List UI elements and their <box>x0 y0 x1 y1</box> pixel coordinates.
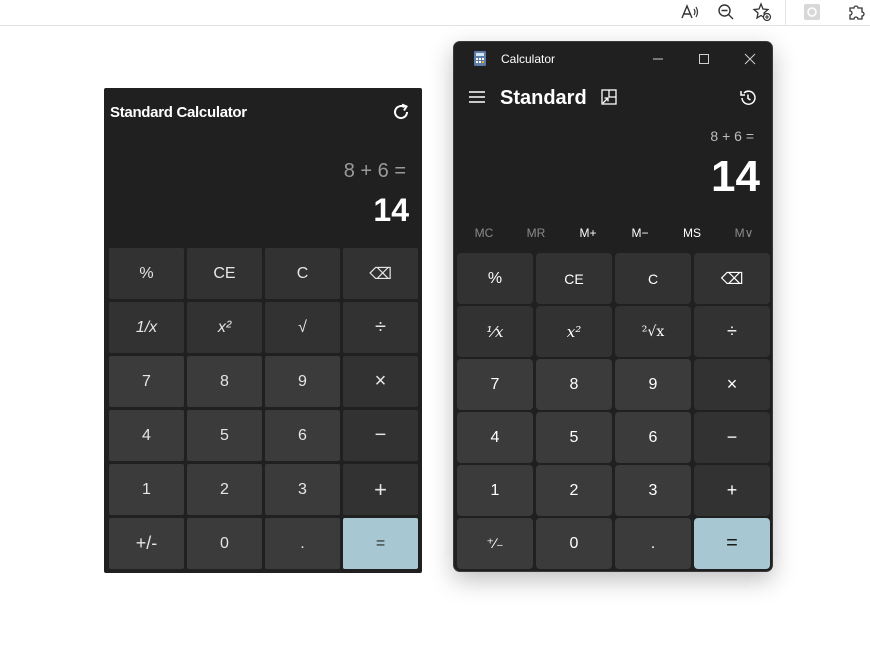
add-button[interactable]: + <box>694 465 770 516</box>
memory-list-button[interactable]: M∨ <box>718 226 770 240</box>
windows-calculator-window: Calculator Standard 8 + 6 = 14 MC MR M+ … <box>453 41 773 572</box>
add-button[interactable]: + <box>343 464 418 515</box>
reciprocal-button[interactable]: ¹⁄x <box>457 306 533 357</box>
negate-button[interactable]: +/- <box>109 518 184 569</box>
close-icon[interactable] <box>739 48 761 70</box>
digit-2-button[interactable]: 2 <box>536 465 612 516</box>
add-favorite-icon[interactable] <box>751 1 773 23</box>
digit-1-button[interactable]: 1 <box>109 464 184 515</box>
digit-1-button[interactable]: 1 <box>457 465 533 516</box>
calculator-app-icon <box>474 51 486 66</box>
clear-button[interactable]: C <box>615 253 691 304</box>
divide-button[interactable]: ÷ <box>694 306 770 357</box>
decimal-button[interactable]: . <box>265 518 340 569</box>
digit-7-button[interactable]: 7 <box>109 356 184 407</box>
digit-3-button[interactable]: 3 <box>265 464 340 515</box>
web-calc-result: 14 <box>373 192 409 228</box>
square-root-button[interactable]: ²√x <box>615 306 691 357</box>
refresh-icon[interactable] <box>390 101 412 123</box>
percent-button[interactable]: % <box>109 248 184 299</box>
digit-3-button[interactable]: 3 <box>615 465 691 516</box>
read-aloud-icon[interactable] <box>679 1 701 23</box>
memory-clear-button[interactable]: MC <box>458 226 510 240</box>
negate-button[interactable]: ⁺∕₋ <box>457 518 533 569</box>
memory-store-button[interactable]: MS <box>666 226 718 240</box>
hamburger-menu-icon[interactable] <box>468 89 486 105</box>
extension-icon[interactable] <box>801 1 823 23</box>
subtract-button[interactable]: − <box>343 410 418 461</box>
calc-expression: 8 + 6 = <box>710 128 754 144</box>
square-button[interactable]: x² <box>536 306 612 357</box>
mode-title: Standard <box>500 87 587 109</box>
web-calculator: Standard Calculator 8 + 6 = 14 % CE C ⌫ … <box>104 88 422 573</box>
window-title: Calculator <box>501 52 556 66</box>
equals-button[interactable]: = <box>694 518 770 569</box>
digit-8-button[interactable]: 8 <box>536 359 612 410</box>
keep-on-top-icon[interactable] <box>600 88 618 106</box>
digit-5-button[interactable]: 5 <box>187 410 262 461</box>
maximize-icon[interactable] <box>693 48 715 70</box>
clear-button[interactable]: C <box>265 248 340 299</box>
digit-9-button[interactable]: 9 <box>615 359 691 410</box>
calc-result: 14 <box>711 152 760 201</box>
web-calc-keypad: % CE C ⌫ 1/x x² √ ÷ 7 8 9 × 4 5 6 − 1 2 … <box>109 248 418 569</box>
multiply-button[interactable]: × <box>694 359 770 410</box>
digit-7-button[interactable]: 7 <box>457 359 533 410</box>
digit-8-button[interactable]: 8 <box>187 356 262 407</box>
clear-entry-button[interactable]: CE <box>187 248 262 299</box>
multiply-button[interactable]: × <box>343 356 418 407</box>
digit-2-button[interactable]: 2 <box>187 464 262 515</box>
calc-keypad: % CE C ⌫ ¹⁄x x² ²√x ÷ 7 8 9 × 4 5 6 − 1 … <box>457 253 771 569</box>
history-icon[interactable] <box>738 88 758 108</box>
subtract-button[interactable]: − <box>694 412 770 463</box>
digit-0-button[interactable]: 0 <box>187 518 262 569</box>
memory-bar: MC MR M+ M− MS M∨ <box>458 226 770 240</box>
web-calc-expression: 8 + 6 = <box>343 160 406 182</box>
digit-6-button[interactable]: 6 <box>615 412 691 463</box>
divide-button[interactable]: ÷ <box>343 302 418 353</box>
clear-entry-button[interactable]: CE <box>536 253 612 304</box>
digit-0-button[interactable]: 0 <box>536 518 612 569</box>
zoom-out-icon[interactable] <box>715 1 737 23</box>
backspace-button[interactable]: ⌫ <box>694 253 770 304</box>
toolbar-divider <box>785 0 786 26</box>
decimal-button[interactable]: . <box>615 518 691 569</box>
browser-toolbar <box>0 0 870 26</box>
percent-button[interactable]: % <box>457 253 533 304</box>
web-calc-title: Standard Calculator <box>110 104 247 121</box>
square-root-button[interactable]: √ <box>265 302 340 353</box>
digit-4-button[interactable]: 4 <box>109 410 184 461</box>
memory-subtract-button[interactable]: M− <box>614 226 666 240</box>
digit-5-button[interactable]: 5 <box>536 412 612 463</box>
square-button[interactable]: x² <box>187 302 262 353</box>
memory-add-button[interactable]: M+ <box>562 226 614 240</box>
puzzle-icon[interactable] <box>846 1 868 23</box>
reciprocal-button[interactable]: 1/x <box>109 302 184 353</box>
backspace-button[interactable]: ⌫ <box>343 248 418 299</box>
equals-button[interactable]: = <box>343 518 418 569</box>
digit-6-button[interactable]: 6 <box>265 410 340 461</box>
memory-recall-button[interactable]: MR <box>510 226 562 240</box>
digit-4-button[interactable]: 4 <box>457 412 533 463</box>
minimize-icon[interactable] <box>647 48 669 70</box>
digit-9-button[interactable]: 9 <box>265 356 340 407</box>
